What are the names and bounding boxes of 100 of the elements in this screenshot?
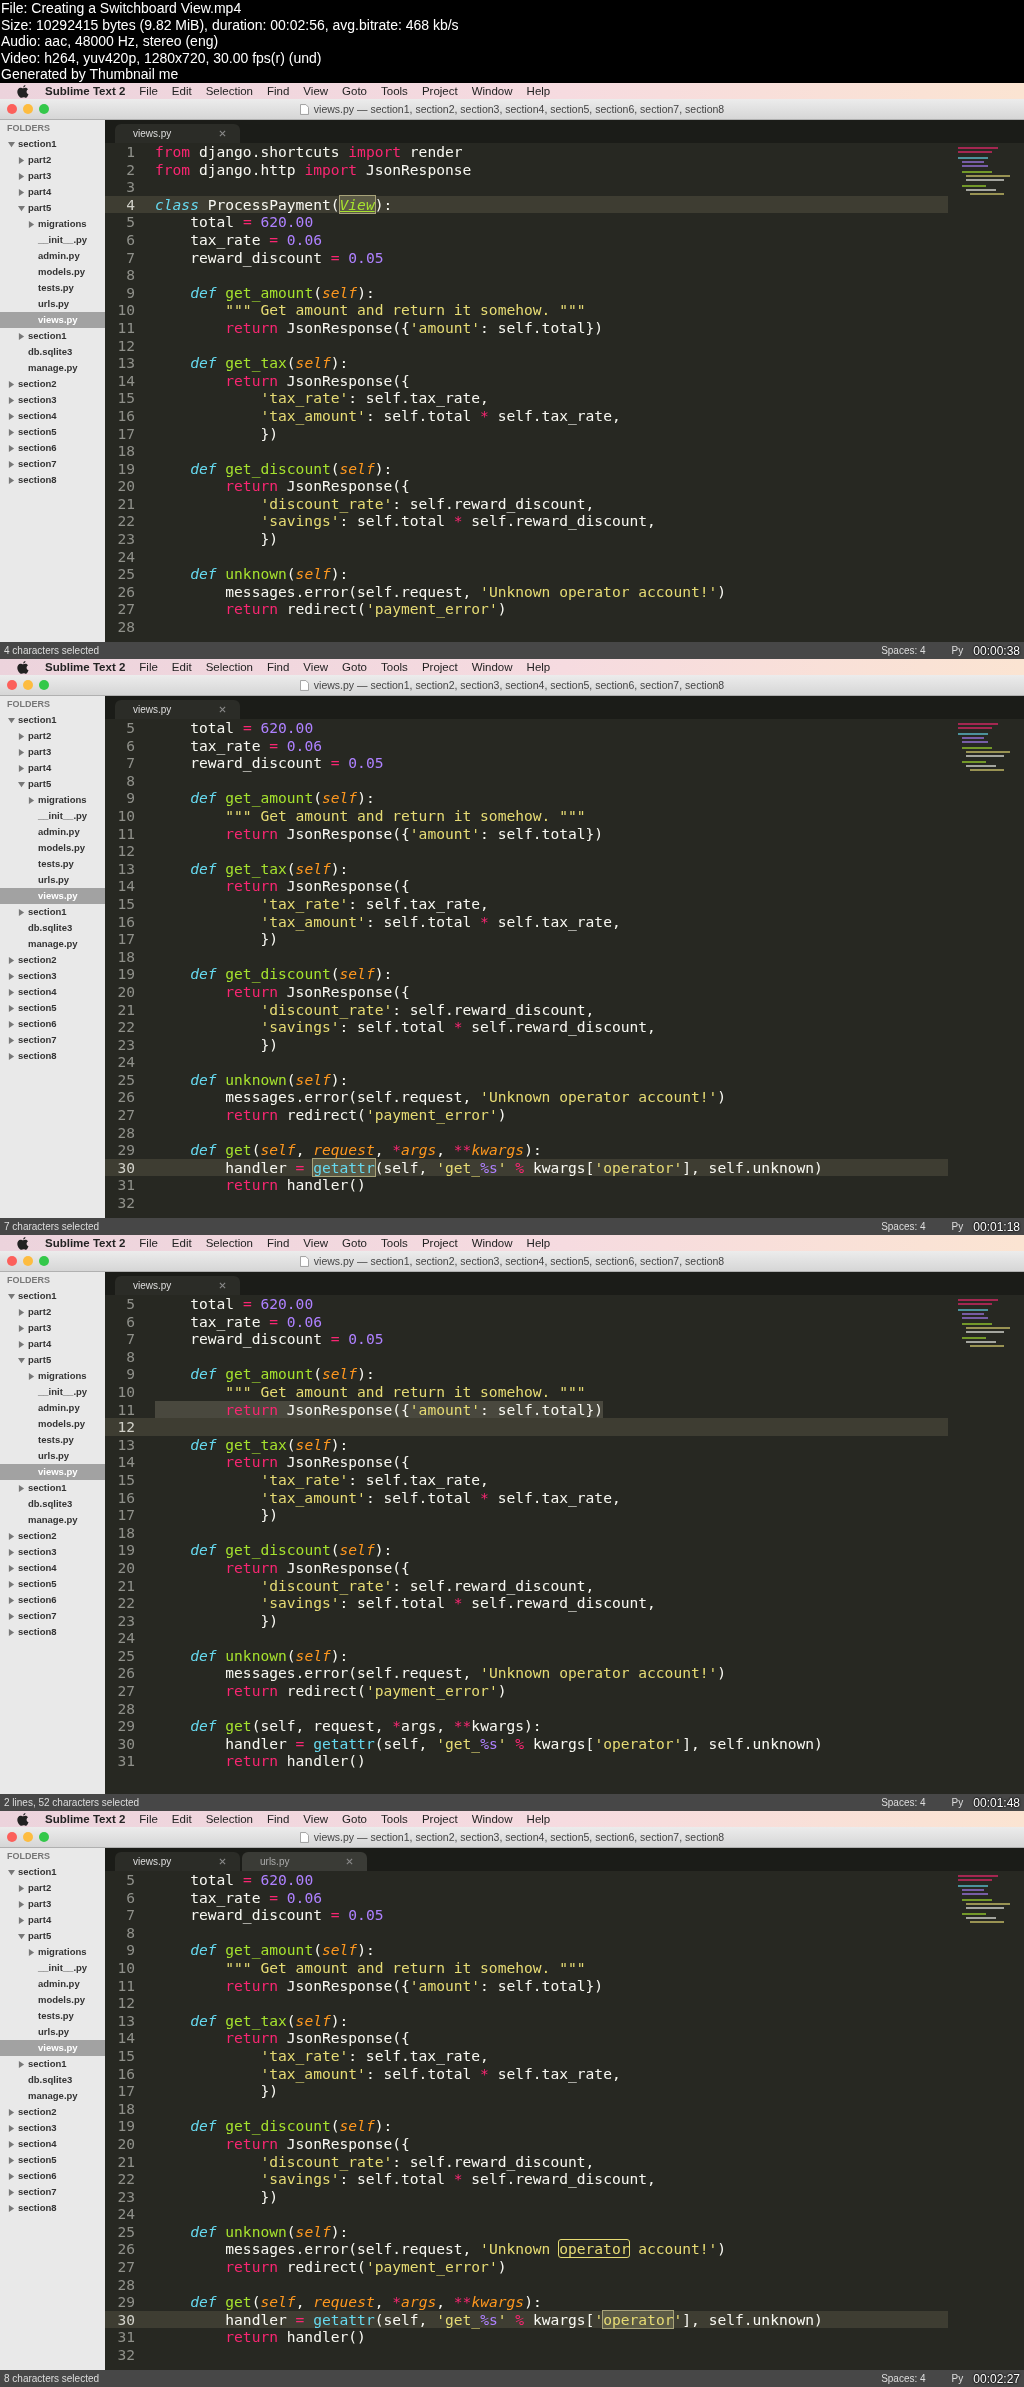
menu-item[interactable]: Tools (381, 661, 408, 673)
menu-item[interactable]: File (139, 1237, 158, 1249)
close-icon[interactable] (219, 130, 226, 137)
folder-entry[interactable]: section3 (0, 1544, 105, 1560)
menu-item[interactable]: Edit (171, 85, 192, 97)
indentation-status[interactable]: Spaces: 4 (881, 645, 926, 656)
folder-entry[interactable]: part3 (0, 1320, 105, 1336)
sidebar-document-entry[interactable]: __init__.py (0, 232, 105, 248)
folder-entry[interactable]: part2 (0, 1880, 105, 1896)
sidebar-document-entry[interactable]: admin.py (0, 824, 105, 840)
folder-entry[interactable]: section8 (0, 2200, 105, 2216)
folder-entry[interactable]: section7 (0, 1032, 105, 1048)
folder-entry[interactable]: section6 (0, 1592, 105, 1608)
menu-item[interactable]: Find (267, 1237, 290, 1249)
indentation-status[interactable]: Spaces: 4 (881, 1797, 926, 1808)
folder-entry[interactable]: section1 (0, 136, 105, 152)
close-window-button[interactable] (7, 1256, 17, 1266)
folder-entry[interactable]: section5 (0, 424, 105, 440)
folder-entry[interactable]: section4 (0, 984, 105, 1000)
folder-entry[interactable]: part5 (0, 1352, 105, 1368)
folder-entry[interactable]: section8 (0, 1624, 105, 1640)
folder-entry[interactable]: section8 (0, 472, 105, 488)
folder-entry[interactable]: part3 (0, 1896, 105, 1912)
menu-item[interactable]: Goto (342, 661, 367, 673)
menu-item[interactable]: Edit (171, 1237, 192, 1249)
sidebar-document-entry[interactable]: tests.py (0, 1432, 105, 1448)
folder-entry[interactable]: section5 (0, 2152, 105, 2168)
sidebar-document-entry[interactable]: tests.py (0, 2008, 105, 2024)
menu-item[interactable]: Window (471, 1813, 513, 1825)
folder-entry[interactable]: section6 (0, 1016, 105, 1032)
menu-item[interactable]: View (303, 1813, 329, 1825)
sidebar-document-entry[interactable]: admin.py (0, 1976, 105, 1992)
menu-item[interactable]: View (303, 85, 329, 97)
folder-entry[interactable]: part5 (0, 200, 105, 216)
menu-item[interactable]: Edit (171, 1813, 192, 1825)
folder-entry[interactable]: section2 (0, 376, 105, 392)
folder-entry[interactable]: part5 (0, 1928, 105, 1944)
menu-item[interactable]: Project (421, 85, 458, 97)
file-tab[interactable]: views.py (115, 1852, 240, 1871)
sidebar-document-entry[interactable]: __init__.py (0, 808, 105, 824)
zoom-window-button[interactable] (39, 1256, 49, 1266)
syntax-status[interactable]: Py (951, 1221, 964, 1232)
sidebar-document-entry[interactable]: manage.py (0, 2088, 105, 2104)
sidebar-document-entry[interactable]: db.sqlite3 (0, 2072, 105, 2088)
file-tab[interactable]: views.py (115, 1276, 240, 1295)
apple-icon[interactable] (17, 1236, 29, 1250)
menu-item[interactable]: Project (421, 1813, 458, 1825)
file-tab[interactable]: urls.py (242, 1852, 367, 1871)
folder-entry[interactable]: section6 (0, 2168, 105, 2184)
close-window-button[interactable] (7, 680, 17, 690)
folder-entry[interactable]: section4 (0, 408, 105, 424)
menu-item[interactable]: File (139, 85, 158, 97)
folder-entry[interactable]: section8 (0, 1048, 105, 1064)
zoom-window-button[interactable] (39, 104, 49, 114)
menu-item[interactable]: View (303, 1237, 329, 1249)
sidebar-document-entry[interactable]: manage.py (0, 360, 105, 376)
menu-item[interactable]: File (139, 661, 158, 673)
folder-entry[interactable]: section7 (0, 2184, 105, 2200)
sidebar-document-entry[interactable]: tests.py (0, 856, 105, 872)
sidebar-document-entry[interactable]: manage.py (0, 1512, 105, 1528)
folder-entry[interactable]: section3 (0, 968, 105, 984)
sidebar-document-entry[interactable]: urls.py (0, 872, 105, 888)
folder-entry[interactable]: section7 (0, 1608, 105, 1624)
menu-item[interactable]: Help (526, 1813, 551, 1825)
menu-item[interactable]: Selection (205, 1813, 253, 1825)
syntax-status[interactable]: Py (951, 1797, 964, 1808)
sidebar-document-entry[interactable]: db.sqlite3 (0, 920, 105, 936)
file-tab[interactable]: views.py (115, 124, 240, 143)
file-tab[interactable]: views.py (115, 700, 240, 719)
folder-entry[interactable]: part4 (0, 1336, 105, 1352)
sidebar-document-entry[interactable]: models.py (0, 1992, 105, 2008)
menu-item[interactable]: Project (421, 661, 458, 673)
menu-item[interactable]: Selection (205, 85, 253, 97)
folder-entry[interactable]: migrations (0, 216, 105, 232)
sidebar-document-entry[interactable]: tests.py (0, 280, 105, 296)
indentation-status[interactable]: Spaces: 4 (881, 2373, 926, 2384)
sidebar-document-entry[interactable]: admin.py (0, 1400, 105, 1416)
sidebar-document-entry[interactable]: admin.py (0, 248, 105, 264)
menu-item[interactable]: Edit (171, 661, 192, 673)
folder-entry[interactable]: migrations (0, 792, 105, 808)
menu-item[interactable]: Window (471, 85, 513, 97)
menu-item[interactable]: Help (526, 661, 551, 673)
folder-entry[interactable]: section5 (0, 1000, 105, 1016)
sidebar-document-entry[interactable]: __init__.py (0, 1384, 105, 1400)
sidebar-document-entry[interactable]: models.py (0, 1416, 105, 1432)
menu-item[interactable]: Find (267, 661, 290, 673)
indentation-status[interactable]: Spaces: 4 (881, 1221, 926, 1232)
close-icon[interactable] (346, 1858, 353, 1865)
menu-item[interactable]: Window (471, 661, 513, 673)
menu-item[interactable]: Selection (205, 1237, 253, 1249)
folder-entry[interactable]: migrations (0, 1944, 105, 1960)
menu-item[interactable]: Find (267, 85, 290, 97)
app-menu[interactable]: Sublime Text 2 (45, 661, 126, 673)
menu-item[interactable]: Tools (381, 1237, 408, 1249)
folder-entry[interactable]: section1 (0, 1864, 105, 1880)
close-window-button[interactable] (7, 104, 17, 114)
close-icon[interactable] (219, 1282, 226, 1289)
menu-item[interactable]: Selection (205, 661, 253, 673)
menu-item[interactable]: View (303, 661, 329, 673)
folder-entry[interactable]: section1 (0, 328, 105, 344)
